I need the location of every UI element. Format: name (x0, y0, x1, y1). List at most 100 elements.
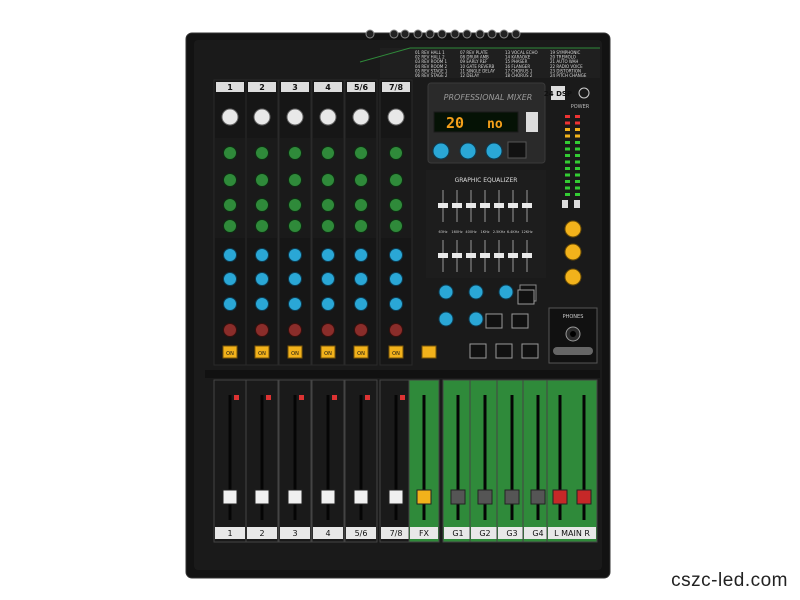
eq-knob[interactable] (354, 146, 368, 160)
fader-cap[interactable] (320, 489, 336, 505)
rear-jack[interactable] (365, 29, 375, 39)
pan-knob[interactable] (321, 323, 335, 337)
pan-knob[interactable] (288, 323, 302, 337)
eq-knob[interactable] (321, 173, 335, 187)
aux-master-knob[interactable] (438, 284, 454, 300)
gain-knob[interactable] (387, 108, 405, 126)
eq-knob[interactable] (255, 173, 269, 187)
fx-level-knob[interactable] (564, 220, 582, 238)
fader-cap[interactable] (576, 489, 592, 505)
eq-slider[interactable] (522, 203, 532, 208)
fader-cap[interactable] (450, 489, 466, 505)
eq-knob[interactable] (288, 198, 302, 212)
rear-jack[interactable] (389, 29, 399, 39)
aux-knob[interactable] (255, 297, 269, 311)
fader-cap[interactable] (222, 489, 238, 505)
aux-knob[interactable] (223, 248, 237, 262)
aux-knob[interactable] (223, 272, 237, 286)
aux-knob[interactable] (288, 248, 302, 262)
eq-knob[interactable] (288, 146, 302, 160)
eq-slider[interactable] (508, 203, 518, 208)
gain-knob[interactable] (253, 108, 271, 126)
gain-knob[interactable] (319, 108, 337, 126)
rear-jack[interactable] (437, 29, 447, 39)
rear-jack[interactable] (400, 29, 410, 39)
player-button[interactable] (507, 141, 527, 159)
aux-knob[interactable] (288, 272, 302, 286)
aux-knob[interactable] (321, 297, 335, 311)
aux-master-knob[interactable] (498, 284, 514, 300)
fader-cap[interactable] (552, 489, 568, 505)
eq-slider[interactable] (494, 203, 504, 208)
aux-master-knob[interactable] (468, 284, 484, 300)
eq-knob[interactable] (354, 173, 368, 187)
eq-knob[interactable] (321, 219, 335, 233)
fader-cap[interactable] (504, 489, 520, 505)
rear-jack[interactable] (499, 29, 509, 39)
pan-knob[interactable] (223, 323, 237, 337)
aux-master-knob[interactable] (468, 311, 484, 327)
gain-knob[interactable] (221, 108, 239, 126)
rear-jack[interactable] (413, 29, 423, 39)
eq-slider[interactable] (466, 203, 476, 208)
eq-knob[interactable] (223, 173, 237, 187)
fx-knob[interactable] (459, 142, 477, 160)
fader-cap[interactable] (416, 489, 432, 505)
eq-knob[interactable] (223, 219, 237, 233)
eq-knob[interactable] (223, 198, 237, 212)
eq-knob[interactable] (389, 198, 403, 212)
tape-knob[interactable] (564, 243, 582, 261)
fader-cap[interactable] (254, 489, 270, 505)
phones-knob[interactable] (564, 268, 582, 286)
aux-knob[interactable] (389, 272, 403, 286)
fader-cap[interactable] (477, 489, 493, 505)
gain-knob[interactable] (286, 108, 304, 126)
aux-master-knob[interactable] (438, 311, 454, 327)
eq-knob[interactable] (288, 219, 302, 233)
eq-knob[interactable] (223, 146, 237, 160)
eq-slider[interactable] (522, 253, 532, 258)
eq-slider[interactable] (452, 203, 462, 208)
eq-knob[interactable] (354, 219, 368, 233)
aux-knob[interactable] (354, 297, 368, 311)
pan-knob[interactable] (255, 323, 269, 337)
aux-knob[interactable] (288, 297, 302, 311)
aux-knob[interactable] (255, 272, 269, 286)
eq-slider[interactable] (438, 203, 448, 208)
aux-knob[interactable] (354, 248, 368, 262)
eq-knob[interactable] (389, 219, 403, 233)
eq-knob[interactable] (321, 198, 335, 212)
eq-slider[interactable] (480, 253, 490, 258)
rear-jack[interactable] (475, 29, 485, 39)
fx-knob[interactable] (432, 142, 450, 160)
eq-slider[interactable] (480, 203, 490, 208)
gain-knob[interactable] (352, 108, 370, 126)
fader-cap[interactable] (353, 489, 369, 505)
eq-knob[interactable] (321, 146, 335, 160)
fx-on-button[interactable] (421, 345, 437, 359)
rear-jack[interactable] (450, 29, 460, 39)
aux-knob[interactable] (255, 248, 269, 262)
eq-slider[interactable] (438, 253, 448, 258)
eq-knob[interactable] (255, 219, 269, 233)
fader-cap[interactable] (287, 489, 303, 505)
eq-slider[interactable] (466, 253, 476, 258)
eq-knob[interactable] (288, 173, 302, 187)
fx-knob[interactable] (485, 142, 503, 160)
aux-knob[interactable] (321, 272, 335, 286)
fader-cap[interactable] (530, 489, 546, 505)
eq-knob[interactable] (255, 198, 269, 212)
eq-slider[interactable] (494, 253, 504, 258)
eq-knob[interactable] (255, 146, 269, 160)
eq-slider[interactable] (452, 253, 462, 258)
usb-port[interactable] (526, 112, 538, 132)
eq-slider[interactable] (508, 253, 518, 258)
fader-cap[interactable] (388, 489, 404, 505)
pan-knob[interactable] (389, 323, 403, 337)
rear-jack[interactable] (425, 29, 435, 39)
aux-knob[interactable] (389, 248, 403, 262)
aux-knob[interactable] (223, 297, 237, 311)
rear-jack[interactable] (462, 29, 472, 39)
rear-jack[interactable] (487, 29, 497, 39)
aux-knob[interactable] (354, 272, 368, 286)
